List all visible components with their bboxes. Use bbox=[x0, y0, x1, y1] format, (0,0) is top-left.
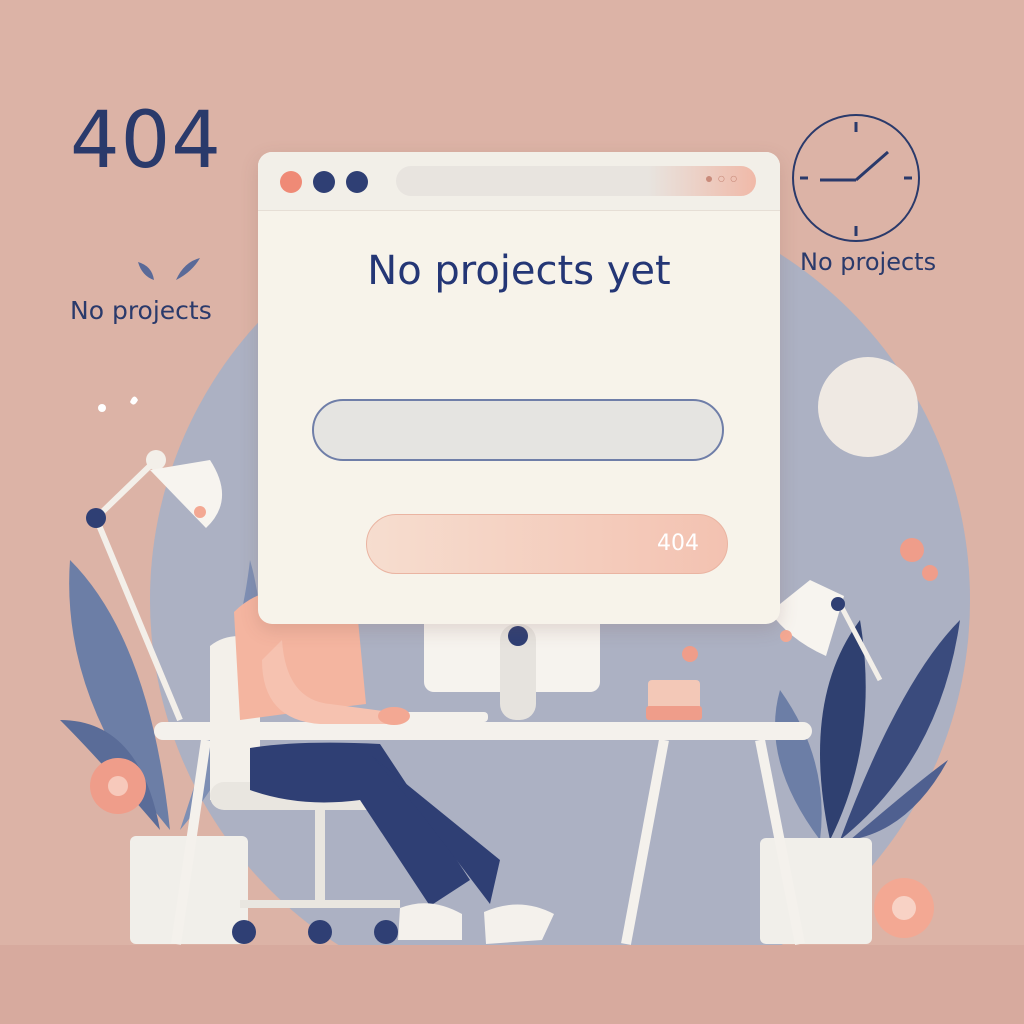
error-action-button[interactable]: 404 bbox=[366, 514, 728, 574]
right-no-projects-label: No projects bbox=[800, 248, 937, 276]
search-input[interactable] bbox=[312, 399, 724, 461]
error-action-code: 404 bbox=[657, 531, 699, 556]
error-code-heading: 404 bbox=[70, 96, 222, 186]
window-close-dot[interactable] bbox=[280, 171, 302, 193]
right-pot bbox=[760, 838, 872, 944]
address-bar[interactable]: ● ○ ○ bbox=[396, 166, 756, 196]
leaf-icon bbox=[138, 258, 200, 280]
address-bar-icon: ● ○ ○ bbox=[704, 170, 738, 186]
browser-window: ● ○ ○ No projects yet 404 bbox=[258, 152, 780, 624]
clock-icon bbox=[792, 114, 920, 242]
decorative-sphere bbox=[818, 357, 918, 457]
floor bbox=[0, 945, 1024, 1024]
window-minimize-dot[interactable] bbox=[313, 171, 335, 193]
empty-state-headline: No projects yet bbox=[367, 248, 671, 294]
left-no-projects-label: No projects bbox=[70, 296, 212, 325]
window-maximize-dot[interactable] bbox=[346, 171, 368, 193]
browser-titlebar: ● ○ ○ bbox=[258, 152, 780, 211]
